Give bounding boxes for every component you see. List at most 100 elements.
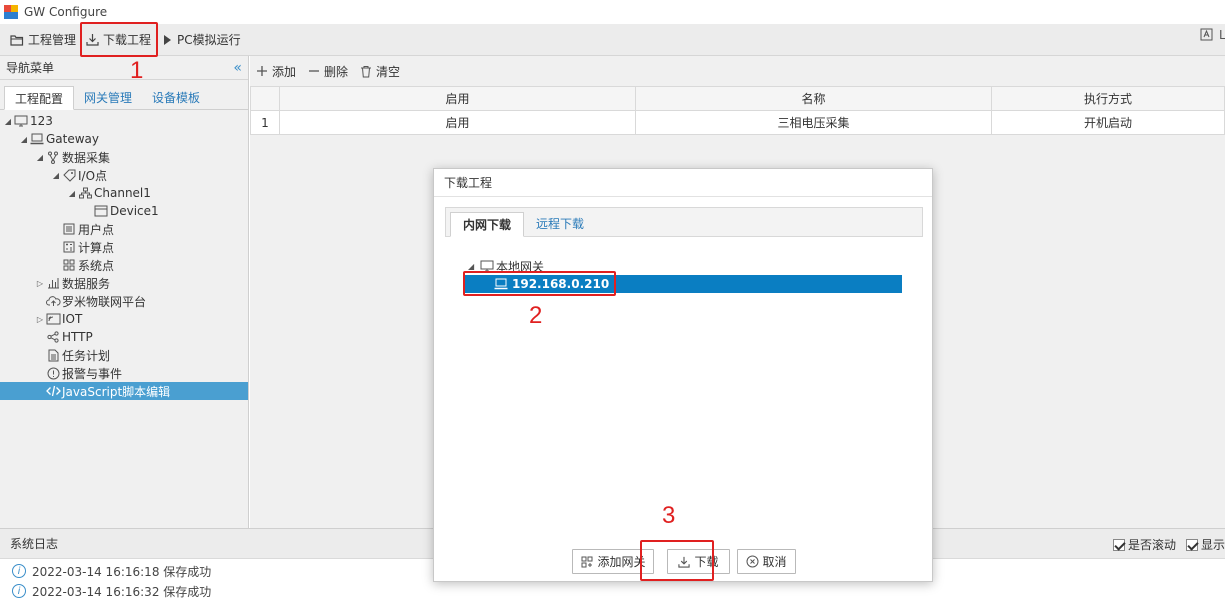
laptop-icon	[29, 132, 45, 146]
log-text: 2022-03-14 16:16:32 保存成功	[32, 584, 212, 599]
sidebar-tabs: 工程配置 网关管理 设备模板	[0, 80, 248, 110]
document-icon	[45, 348, 61, 362]
task-table: 启用 名称 执行方式 1 启用 三相电压采集 开机启动	[250, 86, 1225, 135]
expand-arrow-icon[interactable]: ◢	[67, 189, 77, 198]
collapsed-arrow-icon[interactable]: ▷	[35, 315, 45, 324]
bar-chart-icon	[45, 276, 61, 290]
monitor-icon	[13, 114, 29, 128]
cancel-circle-icon	[746, 555, 758, 568]
tree-label: Device1	[110, 204, 159, 218]
tree-node-lomi[interactable]: 罗米物联网平台	[0, 292, 248, 310]
project-manage-label: 工程管理	[28, 33, 77, 47]
tree-label: 数据采集	[62, 150, 111, 165]
callout-download-project	[80, 22, 158, 57]
language-label: La	[1218, 28, 1225, 42]
pc-simulate-label: PC模拟运行	[177, 33, 241, 47]
log-entry: i 2022-03-14 16:16:32 保存成功	[0, 581, 1225, 601]
tree-label: IOT	[62, 312, 83, 326]
iot-icon	[45, 312, 61, 326]
show-checkbox[interactable]: 显示	[1185, 536, 1225, 553]
clear-label: 清空	[376, 64, 401, 79]
cell-mode[interactable]: 开机启动	[991, 110, 1225, 135]
add-gateway-label: 添加网关	[597, 555, 646, 569]
callout-gateway-ip	[463, 271, 616, 296]
tree-label: 数据服务	[62, 276, 111, 291]
add-button[interactable]: 添加	[256, 63, 296, 80]
plus-icon	[257, 66, 267, 76]
tree-label: 123	[30, 114, 53, 128]
tree-node-data-service[interactable]: ▷ 数据服务	[0, 274, 248, 292]
language-icon	[1200, 28, 1213, 41]
tree-label: 任务计划	[62, 348, 111, 363]
tab-project-config[interactable]: 工程配置	[4, 86, 75, 110]
callout-download-button	[640, 540, 714, 581]
code-icon	[45, 384, 61, 398]
network-icon	[77, 186, 93, 200]
play-icon	[164, 34, 172, 45]
table-row[interactable]: 1 启用 三相电压采集 开机启动	[250, 110, 1225, 135]
tree-node-http[interactable]: HTTP	[0, 328, 248, 346]
tree-node-data-collect[interactable]: ◢ 数据采集	[0, 148, 248, 166]
tab-gateway-manage[interactable]: 网关管理	[74, 85, 142, 109]
callout-number: 2	[529, 302, 543, 329]
column-header[interactable]: 名称	[635, 86, 992, 111]
auto-scroll-checkbox[interactable]: 是否滚动	[1112, 536, 1176, 553]
collapsed-arrow-icon[interactable]: ▷	[35, 279, 45, 288]
tree-node-root[interactable]: ◢ 123	[0, 112, 248, 130]
tree-node-alarm[interactable]: 报警与事件	[0, 364, 248, 382]
row-number-header	[250, 86, 280, 111]
cell-enabled[interactable]: 启用	[279, 110, 636, 135]
log-options: 是否滚动 显示	[1112, 536, 1225, 553]
tree-label: 报警与事件	[62, 366, 123, 381]
tree-node-calc-point[interactable]: 计算点	[0, 238, 248, 256]
alert-circle-icon	[45, 366, 61, 380]
sidebar-title: 导航菜单	[6, 61, 55, 75]
expand-arrow-icon[interactable]: ◢	[35, 153, 45, 162]
expand-arrow-icon[interactable]: ◢	[51, 171, 61, 180]
main-toolbar: 工程管理 下载工程 PC模拟运行 La	[0, 24, 1225, 56]
tree-node-gateway[interactable]: ◢ Gateway	[0, 130, 248, 148]
tree-label: 用户点	[78, 222, 115, 237]
pc-simulate-button[interactable]: PC模拟运行	[159, 28, 245, 52]
calculator-icon	[61, 240, 77, 254]
project-tree: ◢ 123 ◢ Gateway ◢ 数据采集 ◢ I/O点 ◢ Channel1…	[0, 110, 248, 400]
column-header[interactable]: 启用	[279, 86, 636, 111]
language-button[interactable]: La	[1200, 28, 1225, 42]
delete-button[interactable]: 删除	[308, 63, 348, 80]
tree-node-sys-point[interactable]: 系统点	[0, 256, 248, 274]
cancel-button[interactable]: 取消	[736, 549, 796, 574]
tree-node-iot[interactable]: ▷ IOT	[0, 310, 248, 328]
tree-node-task[interactable]: 任务计划	[0, 346, 248, 364]
dialog-tabs: 内网下载 远程下载	[445, 207, 923, 237]
log-text: 2022-03-14 16:16:18 保存成功	[32, 564, 212, 579]
expand-arrow-icon[interactable]: ◢	[3, 117, 13, 126]
tree-node-js-editor[interactable]: JavaScript脚本编辑	[0, 382, 248, 400]
collapse-sidebar-icon[interactable]: «	[233, 60, 242, 76]
tab-remote-download[interactable]: 远程下载	[524, 211, 596, 236]
auto-scroll-label: 是否滚动	[1127, 538, 1176, 552]
project-manage-button[interactable]: 工程管理	[6, 28, 80, 52]
tree-node-device[interactable]: Device1	[0, 202, 248, 220]
tree-label: 计算点	[78, 240, 115, 255]
info-icon: i	[12, 564, 26, 578]
tab-device-template[interactable]: 设备模板	[142, 85, 210, 109]
tab-intranet-download[interactable]: 内网下载	[450, 212, 525, 237]
expand-arrow-icon[interactable]: ◢	[468, 262, 480, 271]
cell-name[interactable]: 三相电压采集	[635, 110, 992, 135]
tree-label: Gateway	[46, 132, 100, 146]
download-project-dialog: 下载工程 内网下载 远程下载 ◢ 本地网关 192.168.0.210 添加网关…	[433, 168, 933, 582]
expand-arrow-icon[interactable]: ◢	[19, 135, 29, 144]
sidebar-header: 导航菜单 «	[0, 56, 248, 80]
tree-node-user-point[interactable]: 用户点	[0, 220, 248, 238]
grid-icon	[61, 258, 77, 272]
delete-label: 删除	[324, 64, 349, 79]
branch-icon	[45, 150, 61, 164]
tree-node-io-point[interactable]: ◢ I/O点	[0, 166, 248, 184]
tree-node-channel[interactable]: ◢ Channel1	[0, 184, 248, 202]
info-icon: i	[12, 584, 26, 598]
table-header-row: 启用 名称 执行方式	[250, 86, 1225, 111]
clear-button[interactable]: 清空	[360, 63, 400, 80]
column-header[interactable]: 执行方式	[991, 86, 1225, 111]
cancel-label: 取消	[762, 555, 787, 569]
show-label: 显示	[1200, 538, 1225, 552]
